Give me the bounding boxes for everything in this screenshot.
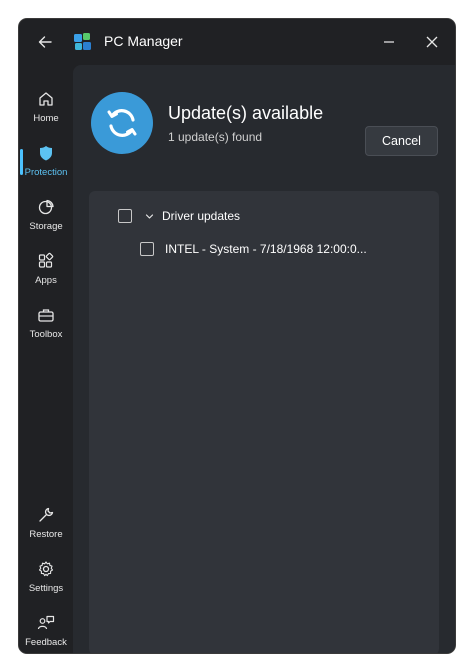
updates-panel: Driver updates INTEL - System - 7/18/196… <box>89 191 439 653</box>
apps-grid-icon <box>36 251 56 271</box>
sidebar-item-label: Storage <box>29 221 63 232</box>
group-checkbox[interactable] <box>118 209 132 223</box>
back-button[interactable] <box>31 29 59 55</box>
sidebar-item-home[interactable]: Home <box>19 83 73 133</box>
sidebar-item-label: Home <box>33 113 59 124</box>
group-label: Driver updates <box>162 209 241 223</box>
main-content: Update(s) available 1 update(s) found Ca… <box>73 65 455 653</box>
page-title: Update(s) available <box>168 103 324 123</box>
pc-manager-logo <box>74 33 91 50</box>
sidebar-nav: Home Protection Storage Apps Toolbox Res… <box>19 65 73 653</box>
chevron-down-icon[interactable] <box>144 211 154 221</box>
sidebar-item-protection[interactable]: Protection <box>19 137 73 187</box>
minimize-icon <box>384 41 394 43</box>
pc-manager-window: PC Manager Home Protection Storage Apps … <box>19 19 455 653</box>
cancel-button[interactable]: Cancel <box>365 126 438 156</box>
update-item-label: INTEL - System - 7/18/1968 12:00:0... <box>165 242 367 256</box>
sidebar-item-label: Feedback <box>25 637 67 648</box>
update-item[interactable]: INTEL - System - 7/18/1968 12:00:0... <box>140 242 367 256</box>
sidebar-item-settings[interactable]: Settings <box>19 553 73 603</box>
feedback-icon <box>36 613 56 633</box>
shield-icon <box>36 143 56 163</box>
home-icon <box>36 89 56 109</box>
active-indicator <box>20 149 23 175</box>
sidebar-item-storage[interactable]: Storage <box>19 191 73 241</box>
minimize-button[interactable] <box>375 29 403 55</box>
update-item-checkbox[interactable] <box>140 242 154 256</box>
sidebar-item-label: Toolbox <box>29 329 63 340</box>
back-arrow-icon <box>38 36 52 48</box>
sync-icon <box>91 92 153 154</box>
gear-icon <box>36 559 56 579</box>
driver-updates-group[interactable]: Driver updates <box>118 209 240 223</box>
title-bar: PC Manager <box>19 19 455 65</box>
toolbox-icon <box>36 305 56 325</box>
wrench-icon <box>36 505 56 525</box>
close-button[interactable] <box>418 29 446 55</box>
sidebar-item-label: Settings <box>28 583 64 594</box>
app-title: PC Manager <box>104 33 183 49</box>
close-icon <box>426 36 438 48</box>
sidebar-item-toolbox[interactable]: Toolbox <box>19 299 73 349</box>
sidebar-item-restore[interactable]: Restore <box>19 499 73 549</box>
sidebar-item-apps[interactable]: Apps <box>19 245 73 295</box>
sidebar-item-label: Protection <box>24 167 68 178</box>
sidebar-item-label: Restore <box>29 529 63 540</box>
sidebar-item-feedback[interactable]: Feedback <box>19 607 73 653</box>
update-count-text: 1 update(s) found <box>168 130 263 144</box>
sidebar-item-label: Apps <box>35 275 57 286</box>
pie-chart-icon <box>36 197 56 217</box>
